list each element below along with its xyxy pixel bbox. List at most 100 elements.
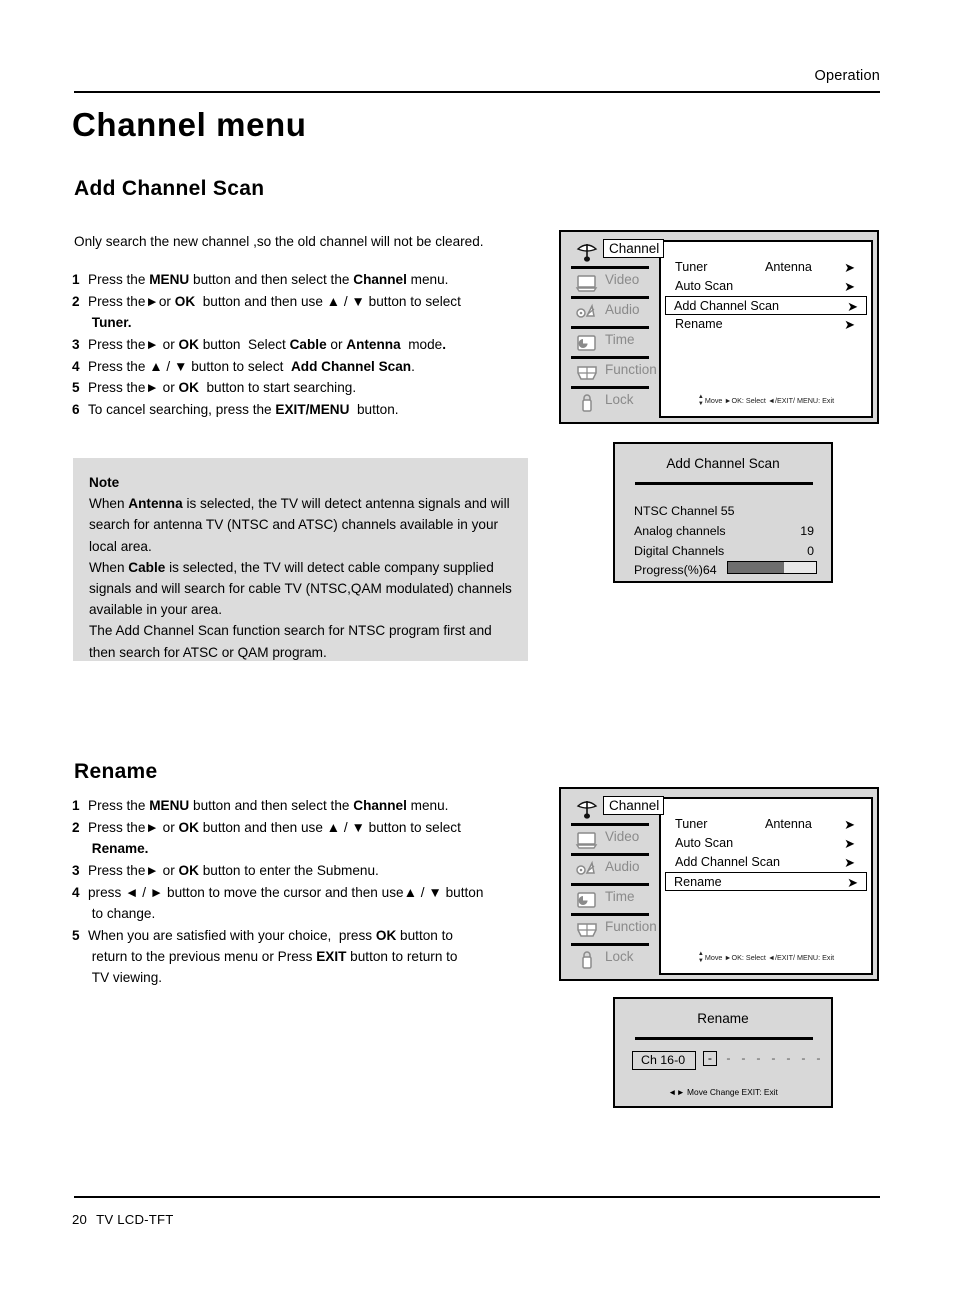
sidebar-item-label: Function [605, 362, 657, 377]
sidebar-item-audio[interactable]: Audio [561, 855, 665, 885]
rename-char[interactable]: - [736, 1051, 751, 1065]
sidebar-item-time[interactable]: Time [561, 885, 665, 915]
rename-char[interactable]: - [811, 1051, 826, 1065]
sidebar-item-lock[interactable]: Lock [561, 945, 665, 975]
sidebar-item-label: Lock [605, 392, 634, 407]
header-divider [74, 91, 880, 93]
rename-char[interactable]: - [796, 1051, 811, 1065]
scan-line-label: Analog channels [634, 524, 726, 538]
menu-item-label: Rename [674, 875, 722, 889]
chevron-right-icon: ➤ [844, 317, 855, 332]
sidebar-item-lock[interactable]: Lock [561, 388, 665, 418]
sidebar-item-label: Audio [605, 859, 640, 874]
step-item: 1 Press the MENU button and then select t… [72, 795, 542, 816]
sidebar-item-label: Channel [603, 796, 665, 815]
sidebar-item-function[interactable]: Function [561, 915, 665, 945]
rename-character-row[interactable]: -------- [703, 1051, 826, 1066]
step-item: 4 Press the ▲ / ▼ button to select Add Ch… [72, 356, 542, 377]
note-title: Note [89, 475, 120, 490]
footer-divider [74, 1196, 880, 1198]
menu-item-auto-scan[interactable]: Auto Scan ➤ [667, 834, 863, 853]
menu-item-add-channel-scan[interactable]: Add Channel Scan ➤ [665, 296, 867, 315]
tray-icon [575, 362, 599, 384]
scan-line-label: Digital Channels [634, 544, 725, 558]
sidebar-item-label: Function [605, 919, 657, 934]
rename-hint-text: ◄► Move Change EXIT: Exit [668, 1087, 778, 1097]
satellite-dish-icon [575, 242, 599, 264]
rename-dialog-divider [635, 1037, 813, 1040]
osd-menu-rename[interactable]: Channel Video Audio Time Function Lock Rename… [559, 787, 879, 981]
step-text: To cancel searching, press the EXIT/MENU… [88, 402, 399, 418]
sidebar-item-channel[interactable]: Channel [561, 238, 665, 268]
progress-label: Progress(%)64 [634, 563, 717, 577]
up-down-arrows-icon: ▲ ▼ [697, 394, 704, 407]
progress-bar [727, 561, 817, 574]
chevron-right-icon: ➤ [844, 279, 855, 294]
padlock-icon [575, 949, 599, 971]
sidebar-item-channel[interactable]: Channel [561, 795, 665, 825]
page-header-section: Operation [814, 68, 880, 84]
rename-char[interactable]: - [721, 1051, 736, 1065]
progress-bar-fill [728, 562, 785, 573]
step-text: When you are satisfied with your choice,… [88, 927, 458, 986]
sidebar-item-audio[interactable]: Audio [561, 298, 665, 328]
rename-char[interactable]: - [766, 1051, 781, 1065]
section-heading-add-channel-scan: Add Channel Scan [74, 177, 265, 200]
page-footer: 20 TV LCD-TFT [72, 1212, 174, 1227]
sidebar-item-label: Time [605, 889, 635, 904]
scan-dialog-title: Add Channel Scan [666, 456, 780, 471]
step-text: Press the MENU button and then select th… [88, 798, 449, 813]
manual-page: Operation Channel menu Add Channel Scan … [0, 0, 954, 1294]
clock-icon [575, 332, 599, 354]
menu-item-rename[interactable]: Rename ➤ [667, 315, 863, 334]
note-paragraphs: When Antenna is selected, the TV will de… [89, 493, 512, 663]
section-heading-rename: Rename [74, 760, 158, 783]
rename-step-list: 1 Press the MENU button and then select t… [72, 795, 542, 989]
sidebar-item-time[interactable]: Time [561, 328, 665, 358]
monitor-icon [575, 272, 599, 294]
rename-char[interactable]: - [751, 1051, 766, 1065]
step-text: Press the► or OK button to enter the Sub… [88, 862, 379, 878]
menu-item-label: Auto Scan [675, 836, 734, 850]
rename-char[interactable]: - [781, 1051, 796, 1065]
rename-channel-box[interactable]: Ch 16-0 [632, 1051, 697, 1070]
menu-item-rename[interactable]: Rename ➤ [665, 872, 867, 891]
sidebar-item-label: Channel [603, 239, 665, 258]
menu-item-value: Antenna [765, 260, 812, 274]
scan-dialog-divider [635, 482, 813, 485]
step-text: Press the ▲ / ▼ button to select Add Cha… [88, 358, 415, 374]
add-channel-scan-dialog: Add Channel Scan NTSC Channel 55 Analog … [613, 442, 833, 583]
sidebar-item-function[interactable]: Function [561, 358, 665, 388]
osd-sidebar: Channel Video Audio Time Function Lock [561, 789, 665, 979]
padlock-icon [575, 392, 599, 414]
satellite-dish-icon [575, 799, 599, 821]
scan-line-value: 19 [800, 524, 814, 538]
sidebar-item-video[interactable]: Video [561, 825, 665, 855]
menu-item-tuner[interactable]: Tuner Antenna ➤ [667, 815, 863, 834]
scan-line-value: 0 [807, 544, 814, 558]
osd-panel: Rename ➤ Add Channel Scan ➤ Auto Scan ➤ Tuner A… [659, 240, 873, 418]
step-item: 5 Press the► or OK button to start search… [72, 377, 542, 398]
speaker-icon [575, 302, 599, 324]
menu-item-label: Tuner [675, 817, 708, 831]
step-number: 3 [72, 336, 80, 352]
step-text: Press the► or OK button and then use ▲ /… [88, 819, 461, 857]
sidebar-item-video[interactable]: Video [561, 268, 665, 298]
menu-item-add-channel-scan[interactable]: Add Channel Scan ➤ [667, 853, 863, 872]
note-paragraph: When Cable is selected, the TV will dete… [89, 559, 512, 618]
note-paragraph: The Add Channel Scan function search for… [89, 623, 492, 660]
step-item: 2 Press the► or OK button and then use ▲ … [72, 817, 542, 860]
step-number: 2 [72, 819, 80, 835]
monitor-icon [575, 829, 599, 851]
rename-char-cursor[interactable]: - [703, 1051, 717, 1066]
menu-item-label: Add Channel Scan [675, 855, 781, 869]
step-text: press ◄ / ► button to move the cursor an… [88, 884, 484, 921]
menu-item-tuner[interactable]: Tuner Antenna ➤ [667, 258, 863, 277]
chevron-right-icon: ➤ [847, 875, 858, 890]
osd-hint-text: ▲ ▼Move ►OK: Select ◄/EXIT/ MENU: Exit [697, 394, 835, 407]
osd-menu-add-channel-scan[interactable]: Channel Video Audio Time Function Lock Rename… [559, 230, 879, 424]
menu-item-auto-scan[interactable]: Auto Scan ➤ [667, 277, 863, 296]
rename-dialog-title: Rename [697, 1011, 749, 1026]
chevron-right-icon: ➤ [844, 836, 855, 851]
note-box: Note When Antenna is selected, the TV wi… [73, 458, 528, 661]
